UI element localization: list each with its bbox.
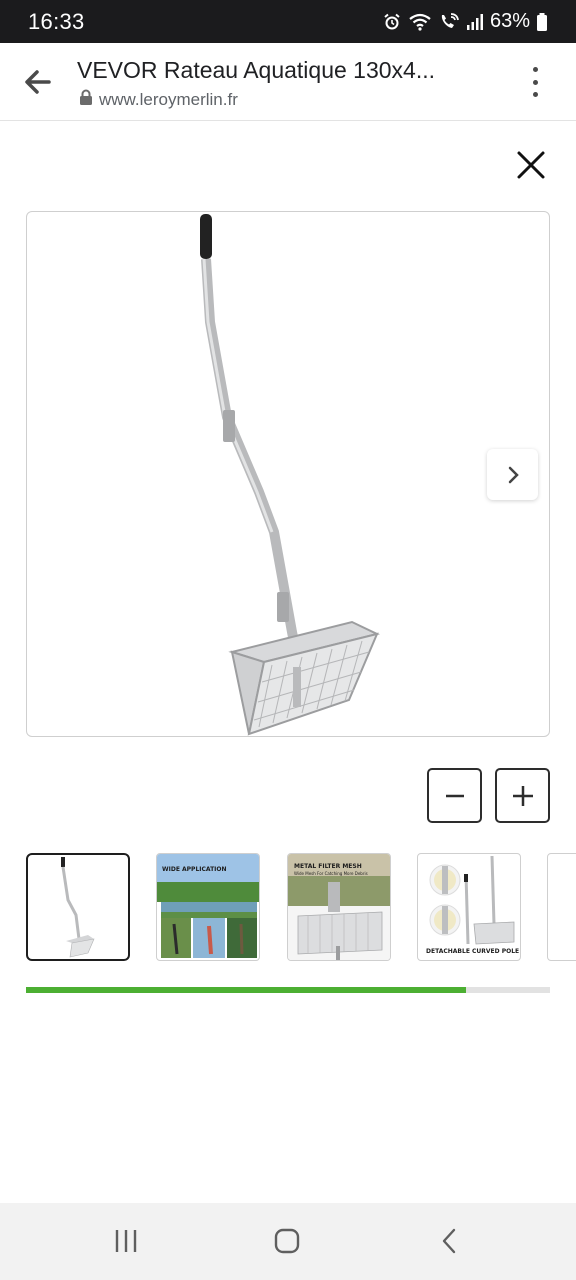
thumbnail-5[interactable] (547, 853, 576, 961)
plus-icon (512, 785, 533, 806)
thumbnail-2[interactable]: WIDE APPLICATION (156, 853, 260, 961)
status-bar: 16:33 63% (0, 0, 576, 43)
thumbnail-scroll-progress-fill (26, 987, 467, 993)
url-display[interactable]: www.leroymerlin.fr (79, 89, 238, 111)
overflow-menu-icon[interactable] (524, 67, 546, 97)
thumbnail-scroll-progress (26, 987, 550, 993)
chevron-right-icon (508, 466, 519, 483)
signal-icon (466, 13, 484, 31)
battery-percent: 63% (489, 10, 530, 32)
status-time: 16:33 (28, 8, 85, 34)
alarm-icon (382, 12, 402, 32)
wifi-call-icon (438, 12, 460, 32)
wifi-icon (408, 12, 432, 32)
page-title[interactable]: VEVOR Rateau Aquatique 130x4... (77, 57, 467, 84)
page-url: www.leroymerlin.fr (99, 90, 238, 109)
thumbnail-3[interactable]: METAL FILTER MESH Wide Mesh For Catching… (287, 853, 391, 961)
thumbnail-4[interactable]: DETACHABLE CURVED POLE (417, 853, 521, 961)
status-icons: 63% (382, 10, 548, 33)
lock-icon (79, 89, 93, 111)
back-icon[interactable] (437, 1227, 463, 1260)
system-nav-bar (0, 1203, 576, 1280)
browser-toolbar: VEVOR Rateau Aquatique 130x4... www.lero… (0, 43, 576, 121)
thumbnail-2-label: WIDE APPLICATION (162, 866, 227, 873)
product-image-viewer[interactable] (26, 211, 550, 737)
zoom-in-button[interactable] (495, 768, 550, 823)
thumbnail-strip[interactable]: WIDE APPLICATION METAL FILTER MESH Wide … (26, 853, 576, 961)
thumbnail-1[interactable] (26, 853, 130, 961)
zoom-out-button[interactable] (427, 768, 482, 823)
next-image-button[interactable] (487, 449, 538, 500)
recent-apps-icon[interactable] (112, 1227, 140, 1260)
thumbnail-3-label: METAL FILTER MESH (294, 863, 362, 870)
back-arrow-icon[interactable] (22, 67, 54, 97)
thumbnail-3-sublabel: Wide Mesh For Catching More Debris (294, 871, 368, 876)
home-icon[interactable] (273, 1227, 301, 1260)
product-image (200, 214, 380, 736)
thumbnail-4-label: DETACHABLE CURVED POLE (426, 948, 520, 955)
close-icon[interactable] (512, 146, 550, 184)
battery-icon (536, 12, 548, 32)
minus-icon (445, 794, 464, 797)
